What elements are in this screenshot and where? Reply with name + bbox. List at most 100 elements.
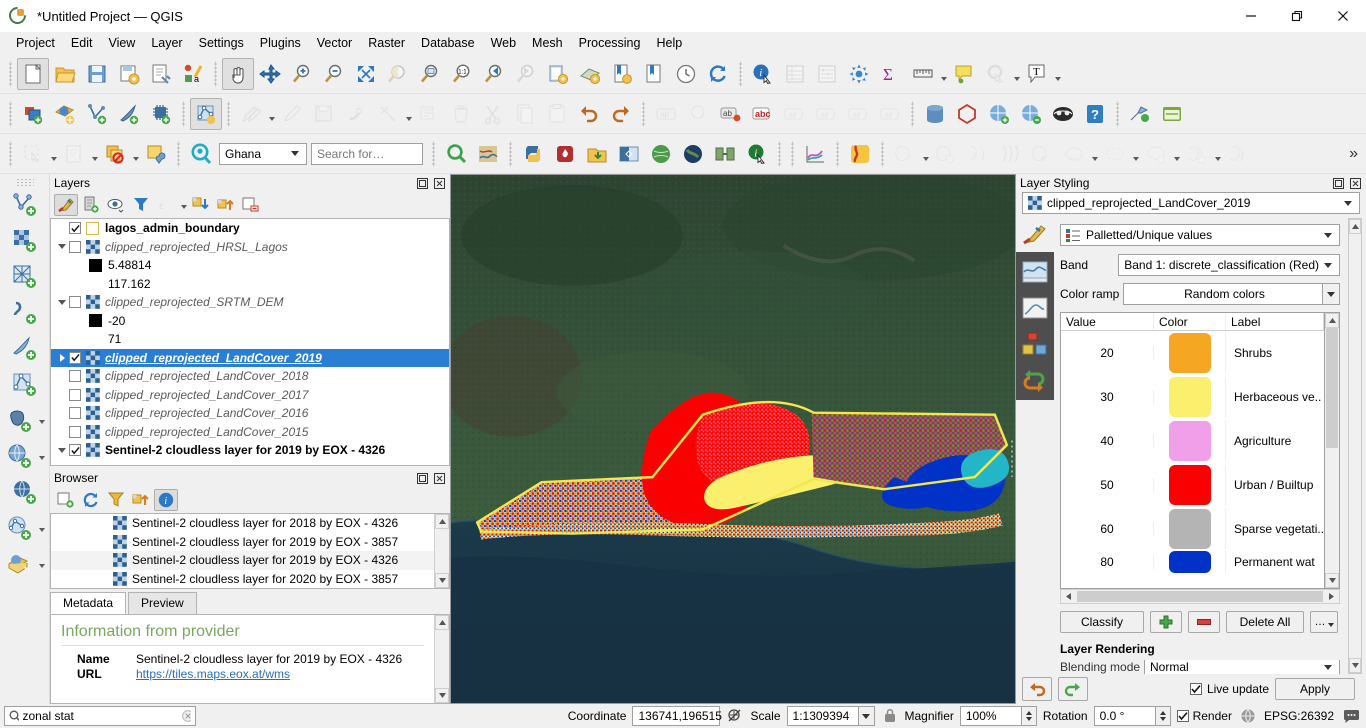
search-input[interactable]: Search for… [311, 142, 423, 165]
data-source-manager-icon[interactable] [49, 98, 81, 130]
new-print-layout-icon[interactable] [606, 58, 638, 90]
add-vertex-tool-icon[interactable] [81, 98, 113, 130]
add-spatialite-layer-icon[interactable] [113, 98, 145, 130]
render-checkbox[interactable] [1176, 710, 1189, 722]
class-row[interactable]: 60 Sparse vegetati.. [1061, 507, 1324, 551]
metadata-url-link[interactable]: https://tiles.maps.eox.at/wms [136, 667, 290, 681]
add-postgis-layer-icon[interactable] [3, 404, 37, 438]
layer-checkbox[interactable] [69, 351, 81, 364]
select-by-expression-icon[interactable] [58, 138, 90, 170]
label-style-icon[interactable]: ab [842, 98, 874, 130]
layers-panel-close-button[interactable] [433, 177, 446, 190]
label-toggle-icon[interactable]: ab [650, 98, 682, 130]
classification-vscrollbar[interactable] [1325, 312, 1340, 589]
gdal-tools-icon[interactable] [1015, 98, 1047, 130]
add-class-icon[interactable] [1150, 611, 1182, 633]
collapse-all-icon[interactable] [129, 489, 153, 511]
live-update-group[interactable]: Live update [1189, 682, 1269, 696]
menu-settings[interactable]: Settings [191, 34, 252, 52]
layer-checkbox[interactable] [69, 388, 81, 401]
new-map-view-icon[interactable] [542, 58, 574, 90]
layout-manager-icon[interactable] [638, 58, 670, 90]
layer-row-landcover-2016[interactable]: clipped_reprojected_LandCover_2016 [51, 404, 449, 423]
processing-toolbox-icon[interactable] [843, 58, 875, 90]
select-value-icon[interactable] [140, 138, 172, 170]
class-row[interactable]: 50 Urban / Builtup [1061, 463, 1324, 507]
geometry-dropdown-icon[interactable] [1090, 138, 1099, 170]
save-layer-edits-icon[interactable] [308, 98, 340, 130]
menu-raster[interactable]: Raster [360, 34, 413, 52]
remove-class-icon[interactable] [1188, 611, 1220, 633]
postgis-dropdown-icon[interactable] [37, 405, 47, 439]
expand-collapse-icon[interactable] [55, 353, 69, 362]
tab-metadata[interactable]: Metadata [50, 592, 127, 614]
browser-scrollbar[interactable] [434, 514, 449, 588]
geometry-simplify-icon[interactable] [1099, 138, 1131, 170]
add-group-icon[interactable] [79, 194, 103, 216]
info-tool-icon[interactable]: i [741, 138, 773, 170]
metadata-scrollbar[interactable] [434, 615, 449, 703]
mesh-dropdown-icon[interactable] [37, 513, 47, 547]
lock-scale-icon[interactable] [881, 708, 899, 724]
tab-preview[interactable]: Preview [128, 592, 197, 614]
split-dropdown-icon[interactable] [1213, 138, 1222, 170]
filter-expression-dropdown-icon[interactable] [179, 194, 188, 216]
database-icon[interactable] [919, 98, 951, 130]
scroll-down-icon[interactable] [435, 688, 449, 703]
rotation-stepper[interactable] [1155, 706, 1171, 726]
new-virtual-layer-icon[interactable] [8, 296, 42, 330]
class-row[interactable]: 20 Shrubs [1061, 331, 1324, 375]
identify-features-icon[interactable]: i [747, 58, 779, 90]
expand-collapse-icon[interactable] [55, 447, 69, 453]
transparency-icon[interactable] [1019, 256, 1051, 288]
class-color-swatch[interactable] [1168, 509, 1211, 549]
colorramp-combo[interactable]: Random colors [1123, 283, 1323, 305]
convert-dropdown-icon[interactable] [1172, 138, 1181, 170]
new-spatialite-layer-icon[interactable] [8, 260, 42, 294]
wms-dropdown-icon[interactable] [37, 441, 47, 475]
annotation-dropdown-icon[interactable] [1053, 58, 1062, 90]
select-dropdown-icon[interactable] [49, 138, 58, 170]
new-shapefile-layer-icon[interactable] [8, 188, 42, 222]
layer-row-hrsl-lagos[interactable]: clipped_reprojected_HRSL_Lagos [51, 238, 449, 257]
digitize-icon[interactable] [235, 98, 267, 130]
apply-button[interactable]: Apply [1275, 678, 1355, 700]
geoprocess-difference-icon[interactable] [1026, 138, 1058, 170]
temporal-controller-icon[interactable] [670, 58, 702, 90]
scroll-thumb[interactable] [1326, 328, 1338, 448]
coordinate-field[interactable]: 136741,196515 [632, 706, 722, 726]
scroll-down-icon[interactable] [435, 573, 449, 588]
mmqgis-search-icon[interactable] [440, 138, 472, 170]
layer-row-landcover-2017[interactable]: clipped_reprojected_LandCover_2017 [51, 386, 449, 405]
layer-checkbox[interactable] [69, 407, 81, 420]
redo-icon[interactable] [1058, 677, 1088, 701]
menu-help[interactable]: Help [648, 34, 690, 52]
scroll-right-icon[interactable] [1324, 590, 1339, 603]
zoom-to-layer-icon[interactable] [414, 58, 446, 90]
add-layer-icon[interactable] [54, 489, 78, 511]
paste-features-icon[interactable] [541, 98, 573, 130]
style-manager-icon[interactable]: a [177, 58, 209, 90]
layers-panel-float-button[interactable] [416, 177, 429, 190]
maximize-button[interactable] [1274, 0, 1320, 32]
menu-plugins[interactable]: Plugins [252, 34, 309, 52]
scroll-up-icon[interactable] [435, 514, 449, 529]
collapse-all-icon[interactable] [214, 194, 238, 216]
rotation-field[interactable]: 0.0 ° [1093, 706, 1156, 726]
zoom-out-icon[interactable] [318, 58, 350, 90]
open-attribute-table-icon[interactable] [779, 58, 811, 90]
mmqgis-icon[interactable] [709, 138, 741, 170]
vertex-tool-icon[interactable] [340, 98, 372, 130]
open-project-icon[interactable] [49, 58, 81, 90]
add-xyz-layer-icon[interactable] [3, 548, 37, 582]
field-calculator-icon[interactable] [811, 58, 843, 90]
locator-input[interactable] [22, 709, 178, 723]
menu-database[interactable]: Database [413, 34, 483, 52]
label-highlight-icon[interactable]: ab [714, 98, 746, 130]
zoom-last-icon[interactable] [478, 58, 510, 90]
add-memory-layer-icon[interactable] [145, 98, 177, 130]
menu-view[interactable]: View [100, 34, 143, 52]
deselect-dropdown-icon[interactable] [131, 138, 140, 170]
styling-panel-scrollbar[interactable] [1348, 218, 1362, 674]
classification-hscrollbar[interactable] [1060, 589, 1340, 604]
